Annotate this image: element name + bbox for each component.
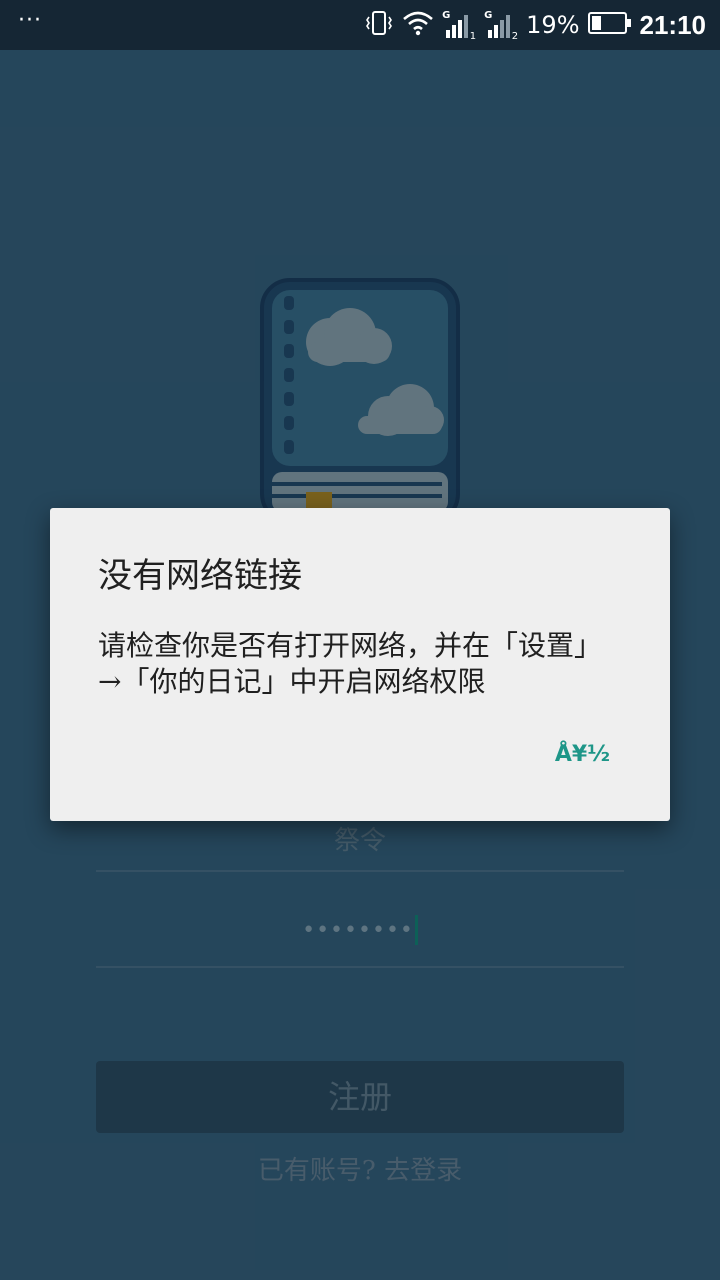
dialog-message: 请检查你是否有打开网络，并在「设置」 →「你的日记」中开启网络权限 <box>98 629 603 698</box>
status-icons: G 1 G 2 19% 21:10 <box>364 0 706 50</box>
no-network-dialog: 没有网络链接 请检查你是否有打开网络，并在「设置」 →「你的日记」中开启网络权限… <box>50 508 670 821</box>
wifi-icon <box>402 10 434 40</box>
dialog-ok-button[interactable]: Å¥½ <box>555 742 610 767</box>
sim2-index: 2 <box>511 31 519 42</box>
battery-icon <box>587 11 632 39</box>
more-dots-icon: ··· <box>18 8 42 33</box>
vibrate-icon <box>364 9 394 41</box>
status-clock: 21:10 <box>639 9 707 40</box>
status-bar: ··· G 1 G 2 19% 21:10 <box>0 0 720 50</box>
sim1-index: 1 <box>469 31 477 42</box>
signal-sim1-icon: G 1 <box>442 10 477 42</box>
dialog-title: 没有网络链接 <box>98 556 302 596</box>
signal-sim2-icon: G 2 <box>484 10 519 42</box>
battery-percent: 19% <box>526 11 580 39</box>
